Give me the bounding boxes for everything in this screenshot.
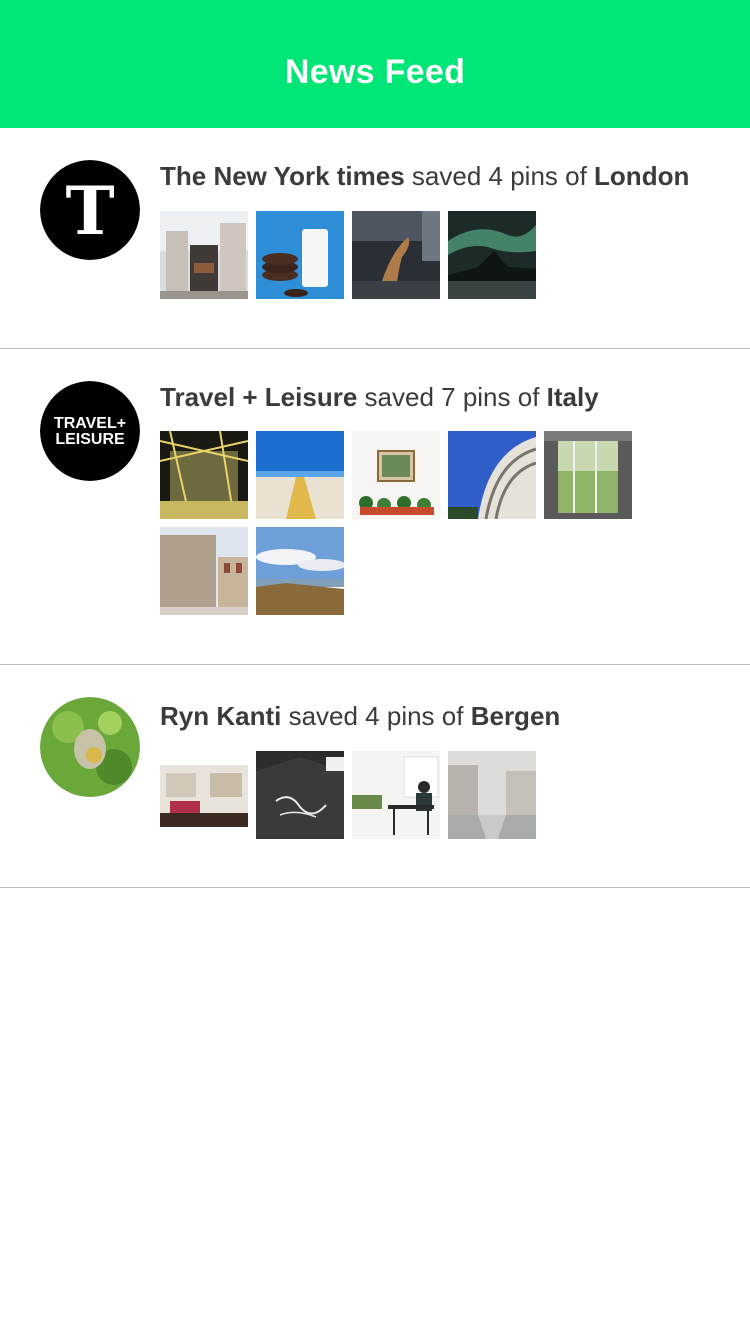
leaf-stone-avatar-icon[interactable] — [40, 697, 140, 797]
pin-grid — [160, 211, 640, 307]
pin-thumbnail[interactable] — [256, 751, 344, 839]
app-header: News Feed — [0, 0, 750, 128]
pin-grid — [160, 431, 640, 623]
brick-wall-lettering-photo — [256, 751, 344, 839]
foggy-canal-photo — [448, 751, 536, 839]
street-corner-photo — [160, 211, 248, 299]
window-forest-photo — [544, 431, 632, 519]
pin-thumbnail[interactable] — [544, 431, 632, 519]
pin-thumbnail[interactable] — [256, 211, 344, 299]
action-text: saved 4 pins of — [288, 701, 464, 731]
pin-thumbnail[interactable] — [448, 211, 536, 299]
pin-thumbnail[interactable] — [448, 751, 536, 839]
pin-grid — [160, 751, 640, 847]
svg-text:T: T — [65, 172, 114, 250]
pin-thumbnail[interactable] — [352, 431, 440, 519]
logo-text-line-2: LEISURE — [55, 431, 125, 448]
curved-building-photo — [448, 431, 536, 519]
coastal-cliffs-photo — [256, 527, 344, 615]
feed-headline: Ryn Kanti saved 4 pins of Bergen — [160, 665, 730, 733]
pin-thumbnail[interactable] — [448, 431, 536, 519]
feed-item[interactable]: TRAVEL+ LEISURE Travel + Leisure saved 7… — [0, 349, 750, 665]
action-text: saved 7 pins of — [364, 382, 540, 412]
logo-text-line-1: TRAVEL+ — [54, 415, 126, 432]
pin-thumbnail[interactable] — [352, 751, 440, 839]
milk-and-cookies-photo — [256, 211, 344, 299]
nyt-logo-icon[interactable]: T — [40, 160, 140, 260]
aurora-mountain-photo — [448, 211, 536, 299]
action-text: saved 4 pins of — [411, 161, 587, 191]
golden-hall-photo — [160, 431, 248, 519]
board-name[interactable]: Bergen — [471, 701, 561, 731]
pin-thumbnail[interactable] — [160, 527, 248, 615]
page-title: News Feed — [284, 52, 466, 91]
dancer-street-photo — [352, 211, 440, 299]
travel-leisure-logo-icon[interactable]: TRAVEL+ LEISURE — [40, 381, 140, 481]
feed-item[interactable]: T The New York times saved 4 pins of Lon… — [0, 128, 750, 349]
stone-building-photo — [160, 527, 248, 615]
store-interior-photo — [160, 751, 248, 839]
author-name[interactable]: The New York times — [160, 161, 405, 191]
board-name[interactable]: London — [594, 161, 689, 191]
pin-thumbnail[interactable] — [256, 431, 344, 519]
window-plants-photo — [352, 431, 440, 519]
pin-thumbnail[interactable] — [160, 751, 248, 839]
board-name[interactable]: Italy — [547, 382, 599, 412]
pin-thumbnail[interactable] — [160, 431, 248, 519]
feed-item[interactable]: Ryn Kanti saved 4 pins of Bergen — [0, 665, 750, 888]
pin-thumbnail[interactable] — [352, 211, 440, 299]
author-name[interactable]: Ryn Kanti — [160, 701, 281, 731]
author-name[interactable]: Travel + Leisure — [160, 382, 357, 412]
cafe-interior-photo — [352, 751, 440, 839]
pin-thumbnail[interactable] — [160, 211, 248, 299]
beach-boardwalk-photo — [256, 431, 344, 519]
feed-headline: The New York times saved 4 pins of Londo… — [160, 128, 730, 193]
feed-headline: Travel + Leisure saved 7 pins of Italy — [160, 349, 730, 414]
pin-thumbnail[interactable] — [256, 527, 344, 615]
